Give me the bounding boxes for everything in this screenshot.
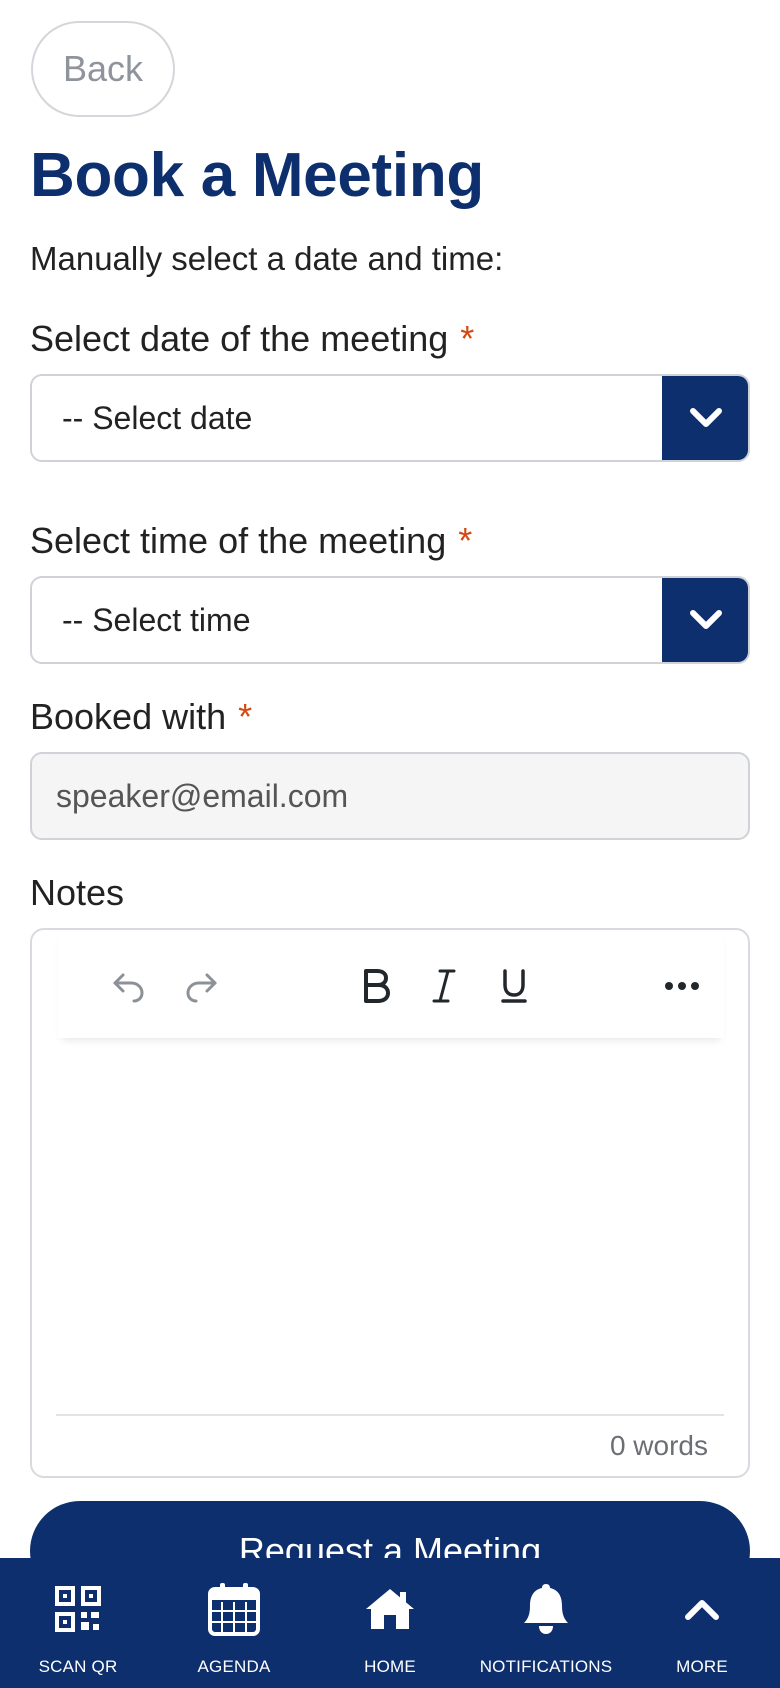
time-select[interactable]: -- Select time	[30, 576, 750, 664]
editor-toolbar	[58, 930, 724, 1038]
editor-divider	[56, 1414, 724, 1416]
book-meeting-page: Back Book a Meeting Manually select a da…	[0, 0, 780, 1688]
nav-label-notifications: NOTIFICATIONS	[479, 1657, 613, 1676]
nav-label-agenda: AGENDA	[197, 1657, 271, 1676]
bold-icon[interactable]	[356, 966, 396, 1006]
date-select[interactable]: -- Select date	[30, 374, 750, 462]
chevron-down-icon	[690, 610, 722, 629]
nav-label-more: MORE	[676, 1657, 728, 1676]
intro-text: Manually select a date and time:	[30, 240, 504, 277]
nav-label-home: HOME	[364, 1657, 416, 1676]
nav-item-more[interactable]: MORE	[624, 1558, 780, 1688]
required-marker: *	[458, 520, 473, 561]
chevron-down-icon	[690, 408, 722, 427]
time-dropdown-button[interactable]	[662, 578, 748, 662]
notes-label: Notes	[30, 872, 125, 913]
time-select-value: -- Select time	[62, 602, 251, 638]
underline-icon[interactable]	[494, 966, 534, 1006]
required-marker: *	[460, 318, 475, 359]
date-label: Select date of the meeting *	[30, 318, 474, 360]
booked-with-field[interactable]: speaker@email.com	[30, 752, 750, 840]
time-label: Select time of the meeting *	[30, 520, 472, 562]
redo-icon[interactable]	[182, 966, 222, 1006]
nav-item-home[interactable]: HOME	[312, 1558, 468, 1688]
bell-icon	[524, 1584, 568, 1634]
notes-text-area[interactable]	[56, 1046, 724, 1336]
bottom-nav: SCAN QR AGENDA HOME NOTIFICATIONS MORE	[0, 1558, 780, 1688]
nav-item-agenda[interactable]: AGENDA	[156, 1558, 312, 1688]
page-title: Book a Meeting	[30, 141, 484, 210]
required-marker: *	[238, 696, 253, 737]
nav-item-notifications[interactable]: NOTIFICATIONS	[468, 1558, 624, 1688]
notes-editor[interactable]: 0 words	[30, 928, 750, 1478]
more-icon[interactable]	[662, 966, 702, 1006]
undo-icon[interactable]	[108, 966, 148, 1006]
booked-with-label-text: Booked with	[30, 696, 227, 737]
back-button[interactable]: Back	[31, 21, 175, 117]
booked-with-label: Booked with *	[30, 696, 252, 738]
nav-item-scan-qr[interactable]: SCAN QR	[0, 1558, 156, 1688]
calendar-icon	[208, 1583, 260, 1636]
italic-icon[interactable]	[424, 966, 464, 1006]
qr-code-icon	[55, 1586, 101, 1632]
home-icon	[366, 1589, 414, 1629]
time-label-text: Select time of the meeting	[30, 520, 447, 561]
word-count: 0 words	[609, 1430, 708, 1461]
date-dropdown-button[interactable]	[662, 376, 748, 460]
date-label-text: Select date of the meeting	[30, 318, 449, 359]
chevron-up-icon	[685, 1600, 719, 1620]
date-select-value: -- Select date	[62, 400, 253, 436]
nav-label-scan-qr: SCAN QR	[38, 1657, 118, 1676]
